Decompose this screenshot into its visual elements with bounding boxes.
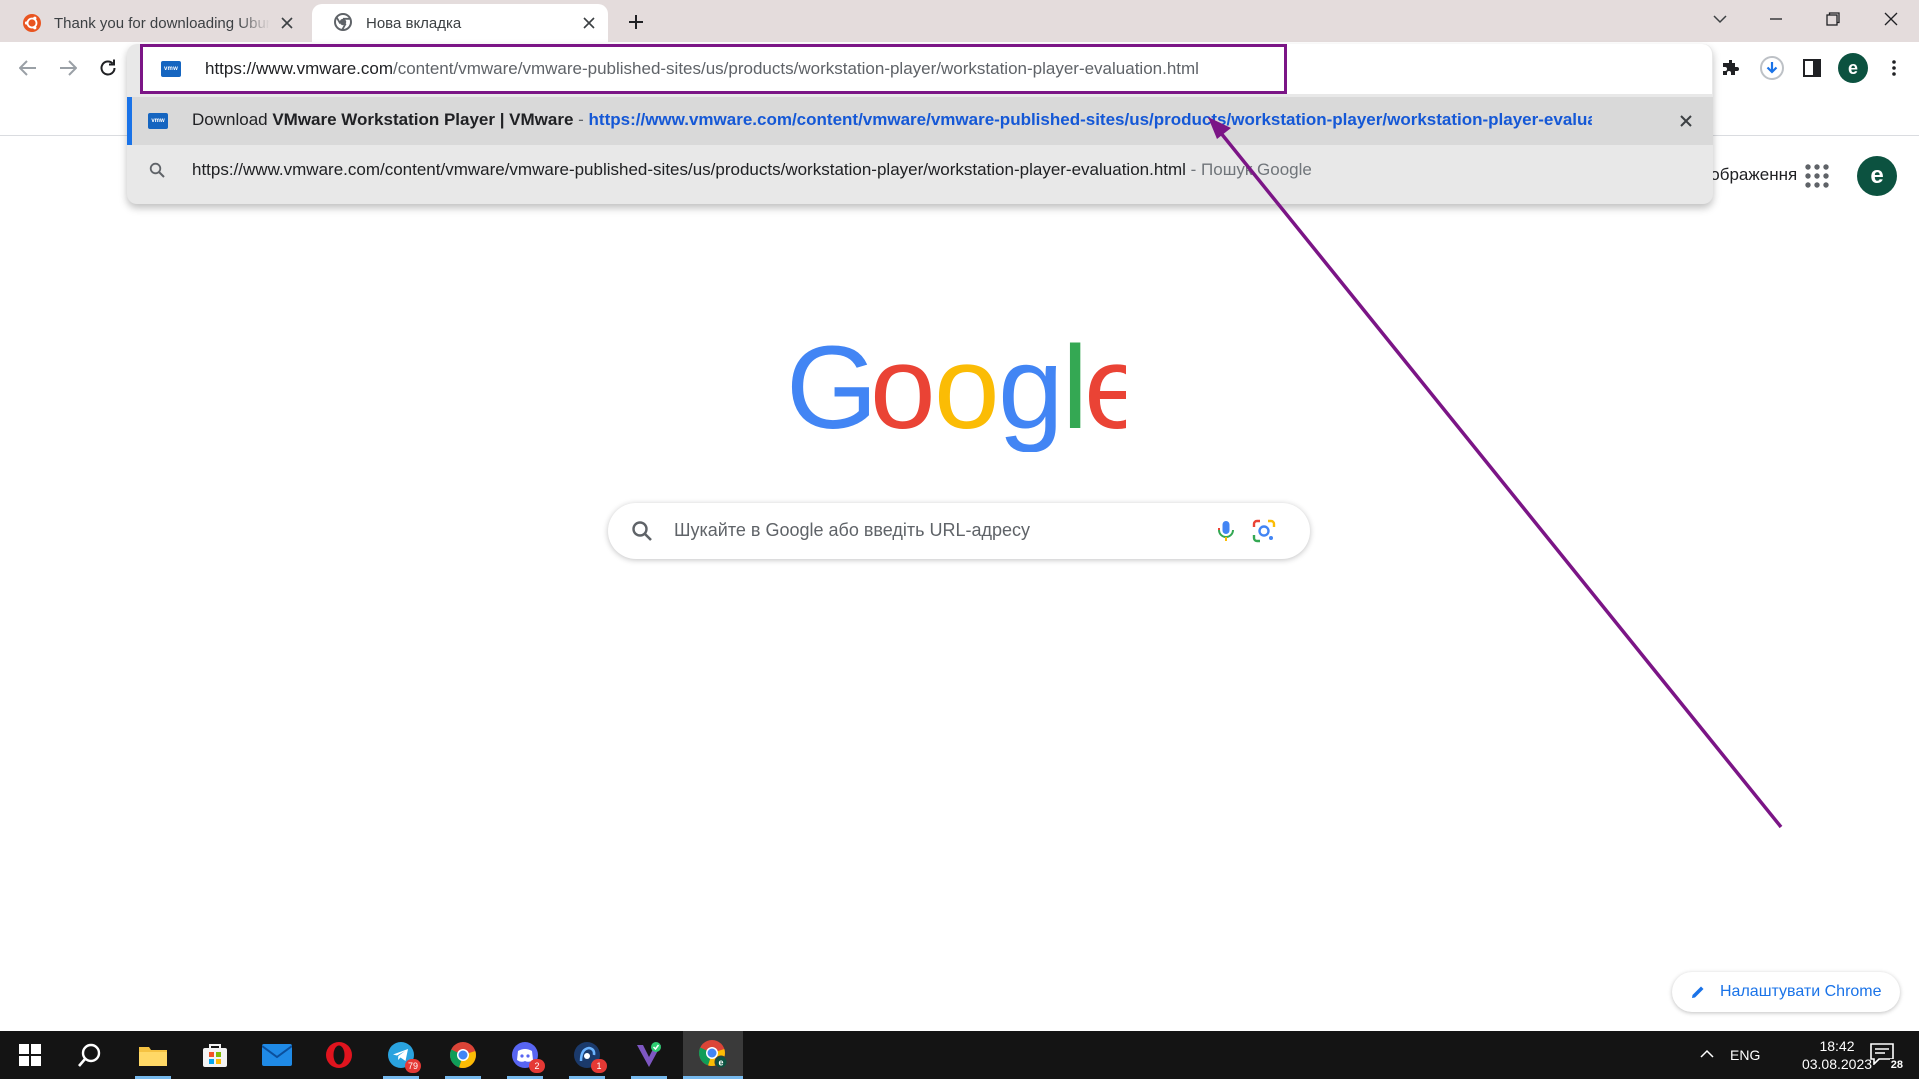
suggestion-separator: - [1185, 160, 1202, 179]
discord-badge: 2 [529, 1059, 545, 1073]
phone-app-button[interactable]: 1 [559, 1031, 615, 1079]
chrome-profile-icon: e [698, 1039, 728, 1068]
customize-chrome-button[interactable]: Налаштувати Chrome [1672, 972, 1900, 1012]
suggestion-separator: - [573, 110, 589, 129]
telegram-badge: 79 [404, 1059, 421, 1073]
minimize-icon[interactable] [1756, 4, 1796, 34]
start-button[interactable] [2, 1031, 58, 1079]
suggestion-search[interactable]: https://www.vmware.com/content/vmware/vm… [127, 147, 1713, 195]
chrome-profile-button[interactable]: e [683, 1031, 743, 1079]
logo-letter-g: G [786, 332, 878, 452]
chrome-favicon-icon [334, 13, 354, 33]
telegram-button[interactable]: 79 [373, 1031, 429, 1079]
opera-icon [326, 1042, 352, 1068]
tab-ubuntu[interactable]: Thank you for downloading Ubuntu [0, 4, 306, 42]
language-indicator[interactable]: ENG [1730, 1047, 1760, 1063]
vpn-button[interactable] [621, 1031, 677, 1079]
google-apps-icon[interactable] [1802, 161, 1832, 191]
search-icon [78, 1043, 101, 1067]
file-explorer-button[interactable] [125, 1031, 181, 1079]
logo-letter-o2: o [934, 332, 1000, 452]
suggestion-query: https://www.vmware.com/content/vmware/vm… [192, 160, 1186, 179]
google-logo: G o o g l e [786, 332, 1126, 452]
windows-taskbar: 79 2 1 e ENG 18:42 03.08.2023 28 [0, 1031, 1919, 1079]
screen: Thank you for downloading Ubuntu Нова вк… [0, 0, 1919, 1079]
remove-suggestion-icon[interactable] [1675, 110, 1697, 132]
search-placeholder: Шукайте в Google або введіть URL-адресу [674, 520, 1031, 540]
suggestion-history[interactable]: vmw Download VMware Workstation Player |… [127, 97, 1713, 145]
logo-letter-o1: o [870, 332, 936, 452]
suggestion-text: https://www.vmware.com/content/vmware/vm… [192, 160, 1312, 180]
close-tab-icon[interactable] [278, 14, 296, 32]
google-account-avatar[interactable]: e [1857, 156, 1897, 196]
phone-app-badge: 1 [591, 1059, 607, 1073]
reload-button[interactable] [92, 52, 124, 84]
side-panel-icon[interactable] [1795, 51, 1829, 85]
store-icon [203, 1044, 227, 1067]
ubuntu-favicon-icon [22, 13, 42, 33]
new-tab-button[interactable] [622, 8, 650, 36]
profile-avatar[interactable]: e [1838, 53, 1868, 83]
suggestion-text: Download VMware Workstation Player | VMw… [192, 110, 1592, 130]
close-window-icon[interactable] [1871, 4, 1911, 34]
tab-title: Нова вкладка [366, 14, 462, 32]
taskbar-search-button[interactable] [62, 1031, 118, 1079]
customize-label: Налаштувати Chrome [1720, 983, 1882, 1000]
tab-new-tab[interactable]: Нова вкладка [312, 4, 608, 42]
suggestion-title: VMware Workstation Player | VMware [272, 110, 574, 129]
google-search-box[interactable]: Шукайте в Google або введіть URL-адресу [608, 503, 1310, 559]
search-icon [631, 520, 653, 542]
logo-letter-g2: g [998, 332, 1064, 452]
chrome-button[interactable] [435, 1031, 491, 1079]
suggestion-suffix: Пошук Google [1201, 160, 1312, 179]
forward-button[interactable] [52, 52, 84, 84]
mail-button[interactable] [249, 1031, 305, 1079]
tab-strip: Thank you for downloading Ubuntu Нова вк… [0, 0, 1919, 42]
suggestion-url: https://www.vmware.com/content/vmware/vm… [588, 110, 1592, 129]
microphone-icon[interactable] [1213, 518, 1239, 544]
extensions-icon[interactable] [1714, 51, 1748, 85]
mail-icon [262, 1044, 292, 1066]
close-tab-icon[interactable] [580, 14, 598, 32]
annotation-highlight-box [140, 44, 1287, 94]
notification-count: 28 [1889, 1059, 1904, 1071]
restore-icon[interactable] [1813, 4, 1853, 34]
google-lens-icon[interactable] [1251, 518, 1277, 544]
tab-title: Thank you for downloading Ubuntu [54, 14, 270, 32]
vpn-icon [637, 1042, 661, 1067]
tab-search-icon[interactable] [1700, 4, 1740, 34]
downloads-icon[interactable] [1755, 51, 1789, 85]
discord-button[interactable]: 2 [497, 1031, 553, 1079]
chrome-icon [449, 1042, 476, 1069]
menu-icon[interactable] [1877, 51, 1911, 85]
suggestion-prefix: Download [192, 110, 273, 129]
microsoft-store-button[interactable] [187, 1031, 243, 1079]
pencil-icon [1692, 986, 1704, 998]
windows-logo-icon [19, 1044, 41, 1066]
back-button[interactable] [12, 52, 44, 84]
search-icon [149, 162, 167, 180]
images-link[interactable]: Зображення [1700, 165, 1797, 185]
tray-expand-icon[interactable] [1697, 1044, 1717, 1064]
opera-button[interactable] [311, 1031, 367, 1079]
folder-icon [139, 1047, 167, 1066]
svg-text:e: e [718, 1057, 723, 1067]
logo-letter-e: e [1084, 332, 1126, 452]
vmware-favicon-icon: vmw [148, 113, 168, 129]
notification-center-button[interactable]: 28 [1870, 1043, 1906, 1071]
